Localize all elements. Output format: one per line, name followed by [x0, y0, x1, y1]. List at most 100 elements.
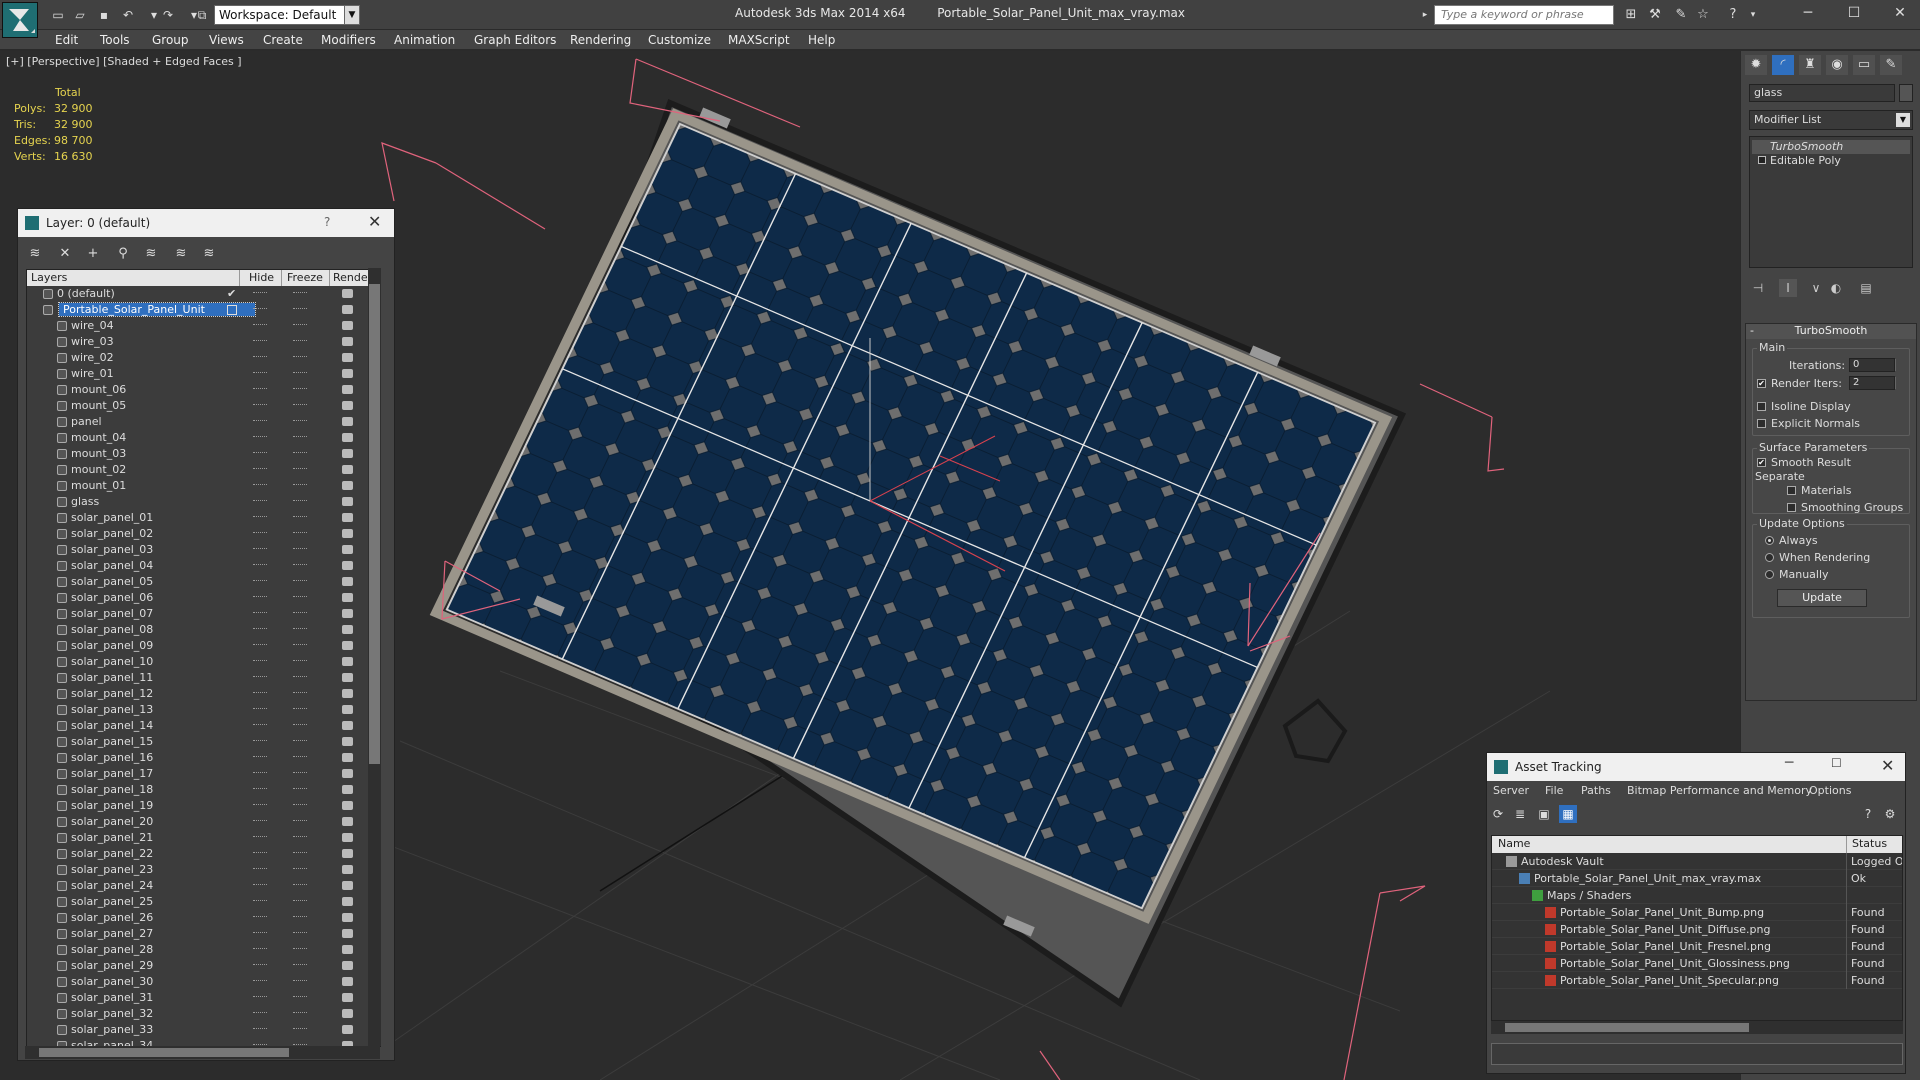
hide-toggle[interactable]	[253, 724, 267, 727]
render-teapot-icon[interactable]	[342, 929, 353, 938]
layer-row[interactable]: solar_panel_04	[27, 558, 380, 574]
freeze-toggle[interactable]	[293, 484, 307, 487]
select-objects-icon[interactable]: ⚲	[114, 245, 132, 263]
asset-row[interactable]: Autodesk Vault Logged Out	[1492, 853, 1902, 870]
render-teapot-icon[interactable]	[342, 337, 353, 346]
layer-row[interactable]: solar_panel_02	[27, 526, 380, 542]
hide-toggle[interactable]	[253, 468, 267, 471]
freeze-toggle[interactable]	[293, 1028, 307, 1031]
delete-layer-icon[interactable]: ✕	[56, 245, 74, 263]
layer-row-name[interactable]: 0 (default)	[57, 287, 115, 300]
layer-row-name[interactable]: solar_panel_05	[71, 575, 153, 588]
layer-row-name[interactable]: Portable_Solar_Panel_Unit	[58, 302, 256, 317]
layer-row[interactable]: solar_panel_21	[27, 830, 380, 846]
hide-toggle[interactable]	[253, 388, 267, 391]
layer-row[interactable]: solar_panel_31	[27, 990, 380, 1006]
layer-row-name[interactable]: glass	[71, 495, 99, 508]
hide-toggle[interactable]	[253, 628, 267, 631]
hide-toggle[interactable]	[253, 372, 267, 375]
layer-row-name[interactable]: solar_panel_07	[71, 607, 153, 620]
star-icon[interactable]: ☆	[1694, 6, 1712, 24]
layer-row[interactable]: solar_panel_01	[27, 510, 380, 526]
hide-toggle[interactable]	[253, 708, 267, 711]
freeze-toggle[interactable]	[293, 756, 307, 759]
asset-row[interactable]: Portable_Solar_Panel_Unit_Diffuse.png Fou…	[1492, 921, 1902, 938]
hide-toggle[interactable]	[253, 820, 267, 823]
freeze-toggle[interactable]	[293, 628, 307, 631]
asset-menu-paths[interactable]: Paths	[1581, 784, 1611, 797]
freeze-toggle[interactable]	[293, 772, 307, 775]
asset-table[interactable]: Name Status Autodesk Vault Logged Out Port…	[1491, 835, 1903, 1021]
layer-row[interactable]: mount_02	[27, 462, 380, 478]
freeze-toggle[interactable]	[293, 292, 307, 295]
hide-toggle[interactable]	[253, 532, 267, 535]
render-teapot-icon[interactable]	[342, 353, 353, 362]
freeze-toggle[interactable]	[293, 724, 307, 727]
freeze-toggle[interactable]	[293, 356, 307, 359]
communication-center-icon[interactable]: ✎	[1672, 6, 1690, 24]
layer-row-name[interactable]: solar_panel_15	[71, 735, 153, 748]
hide-toggle[interactable]	[253, 884, 267, 887]
layer-row[interactable]: solar_panel_22	[27, 846, 380, 862]
hide-toggle[interactable]	[253, 836, 267, 839]
solar-panel-model[interactable]	[429, 108, 1393, 924]
render-teapot-icon[interactable]	[342, 545, 353, 554]
layer-row-name[interactable]: mount_01	[71, 479, 126, 492]
layer-row[interactable]: Portable_Solar_Panel_Unit	[27, 302, 380, 318]
hide-toggle[interactable]	[253, 644, 267, 647]
context-help-icon[interactable]: ⚙	[1881, 805, 1899, 823]
layer-row-name[interactable]: solar_panel_26	[71, 911, 153, 924]
show-end-result-icon[interactable]: Ⅰ	[1779, 279, 1797, 297]
asset-row[interactable]: Portable_Solar_Panel_Unit_Specular.png Fo…	[1492, 972, 1902, 989]
hide-toggle[interactable]	[253, 308, 267, 311]
render-teapot-icon[interactable]	[342, 641, 353, 650]
hide-toggle[interactable]	[253, 788, 267, 791]
chevron-down-icon[interactable]: ▼	[1896, 113, 1910, 127]
render-teapot-icon[interactable]	[342, 401, 353, 410]
render-teapot-icon[interactable]	[342, 321, 353, 330]
layer-row-name[interactable]: wire_04	[71, 319, 114, 332]
layer-row-name[interactable]: solar_panel_11	[71, 671, 153, 684]
modifier-list-dropdown[interactable]: Modifier List ▼	[1749, 110, 1913, 130]
layer-row[interactable]: mount_01	[27, 478, 380, 494]
scrollbar-thumb[interactable]	[39, 1048, 289, 1057]
render-teapot-icon[interactable]	[342, 801, 353, 810]
layer-row-name[interactable]: mount_04	[71, 431, 126, 444]
layer-row-name[interactable]: solar_panel_24	[71, 879, 153, 892]
layer-row-name[interactable]: solar_panel_33	[71, 1023, 153, 1036]
hide-toggle[interactable]	[253, 996, 267, 999]
hide-toggle[interactable]	[253, 420, 267, 423]
render-teapot-icon[interactable]	[342, 465, 353, 474]
freeze-toggle[interactable]	[293, 612, 307, 615]
asset-row[interactable]: Portable_Solar_Panel_Unit_Bump.png Found	[1492, 904, 1902, 921]
render-teapot-icon[interactable]	[342, 385, 353, 394]
layer-row[interactable]: glass	[27, 494, 380, 510]
hide-toggle[interactable]	[253, 756, 267, 759]
layer-row-name[interactable]: solar_panel_18	[71, 783, 153, 796]
menu-maxscript[interactable]: MAXScript	[728, 33, 790, 47]
render-teapot-icon[interactable]	[342, 609, 353, 618]
minimize-icon[interactable]: ─	[1788, 2, 1828, 26]
display-tab-icon[interactable]: ▭	[1853, 55, 1875, 75]
object-name-field[interactable]: glass	[1749, 84, 1895, 102]
render-teapot-icon[interactable]	[342, 689, 353, 698]
app-logo-icon[interactable]	[2, 2, 38, 38]
hide-toggle[interactable]	[253, 1012, 267, 1015]
layer-row-name[interactable]: mount_06	[71, 383, 126, 396]
expand-box-icon[interactable]	[1758, 156, 1766, 164]
menu-tools[interactable]: Tools	[100, 33, 130, 47]
menu-graph-editors[interactable]: Graph Editors	[474, 33, 556, 47]
hide-toggle[interactable]	[253, 292, 267, 295]
hide-toggle[interactable]	[253, 964, 267, 967]
layer-row-name[interactable]: solar_panel_19	[71, 799, 153, 812]
freeze-toggle[interactable]	[293, 644, 307, 647]
layer-row-name[interactable]: solar_panel_02	[71, 527, 153, 540]
render-teapot-icon[interactable]	[342, 481, 353, 490]
hide-toggle[interactable]	[253, 692, 267, 695]
freeze-toggle[interactable]	[293, 452, 307, 455]
layer-row[interactable]: solar_panel_29	[27, 958, 380, 974]
menu-views[interactable]: Views	[209, 33, 244, 47]
close-icon[interactable]: ✕	[368, 212, 381, 231]
collapse-icon[interactable]: -	[1750, 324, 1754, 337]
expand-arrow-icon[interactable]: ▸	[1420, 6, 1430, 24]
